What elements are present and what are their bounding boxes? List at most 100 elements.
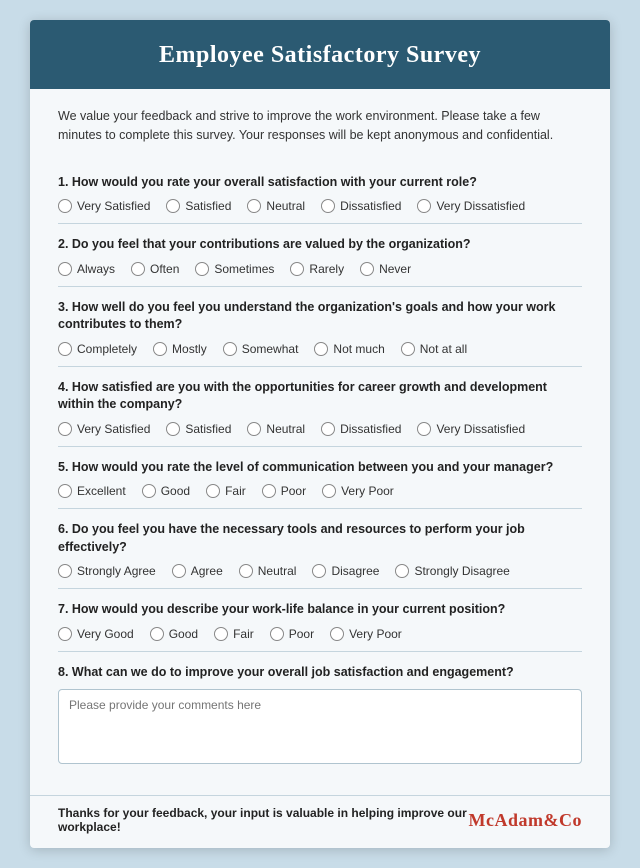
option-label-q4-3: Dissatisfied xyxy=(340,422,401,436)
option-label-q5-0: Excellent xyxy=(77,484,126,498)
option-item-q4-1[interactable]: Satisfied xyxy=(166,422,231,436)
option-item-q3-2[interactable]: Somewhat xyxy=(223,342,299,356)
radio-circle-q4-1 xyxy=(166,422,180,436)
question-block-q5: 5. How would you rate the level of commu… xyxy=(58,447,582,510)
option-label-q1-4: Very Dissatisfied xyxy=(436,199,525,213)
option-item-q4-3[interactable]: Dissatisfied xyxy=(321,422,401,436)
option-item-q3-4[interactable]: Not at all xyxy=(401,342,467,356)
option-label-q1-2: Neutral xyxy=(266,199,305,213)
question-text-q5: 5. How would you rate the level of commu… xyxy=(58,459,582,477)
survey-card: Employee Satisfactory Survey We value yo… xyxy=(30,20,610,848)
options-row-q3: Completely Mostly Somewhat Not much Not at a… xyxy=(58,342,582,356)
option-label-q1-0: Very Satisfied xyxy=(77,199,150,213)
question-block-q4: 4. How satisfied are you with the opport… xyxy=(58,367,582,447)
option-item-q6-0[interactable]: Strongly Agree xyxy=(58,564,156,578)
radio-circle-q1-3 xyxy=(321,199,335,213)
option-label-q3-3: Not much xyxy=(333,342,384,356)
option-item-q6-2[interactable]: Neutral xyxy=(239,564,297,578)
radio-circle-q2-0 xyxy=(58,262,72,276)
footer-thanks-text: Thanks for your feedback, your input is … xyxy=(58,806,469,834)
option-item-q5-2[interactable]: Fair xyxy=(206,484,246,498)
option-item-q1-4[interactable]: Very Dissatisfied xyxy=(417,199,525,213)
radio-circle-q7-2 xyxy=(214,627,228,641)
option-item-q4-2[interactable]: Neutral xyxy=(247,422,305,436)
option-item-q3-1[interactable]: Mostly xyxy=(153,342,207,356)
option-item-q6-3[interactable]: Disagree xyxy=(312,564,379,578)
option-label-q2-3: Rarely xyxy=(309,262,344,276)
survey-title: Employee Satisfactory Survey xyxy=(60,42,580,69)
option-item-q5-3[interactable]: Poor xyxy=(262,484,306,498)
option-label-q6-0: Strongly Agree xyxy=(77,564,156,578)
radio-circle-q6-1 xyxy=(172,564,186,578)
option-item-q4-4[interactable]: Very Dissatisfied xyxy=(417,422,525,436)
option-label-q2-0: Always xyxy=(77,262,115,276)
option-label-q6-1: Agree xyxy=(191,564,223,578)
option-label-q4-2: Neutral xyxy=(266,422,305,436)
option-label-q2-4: Never xyxy=(379,262,411,276)
option-label-q2-1: Often xyxy=(150,262,179,276)
comments-textarea[interactable] xyxy=(58,689,582,764)
option-item-q6-4[interactable]: Strongly Disagree xyxy=(395,564,509,578)
radio-circle-q1-4 xyxy=(417,199,431,213)
question-block-q3: 3. How well do you feel you understand t… xyxy=(58,287,582,367)
option-item-q2-1[interactable]: Often xyxy=(131,262,179,276)
option-item-q2-2[interactable]: Sometimes xyxy=(195,262,274,276)
option-item-q1-0[interactable]: Very Satisfied xyxy=(58,199,150,213)
option-item-q5-0[interactable]: Excellent xyxy=(58,484,126,498)
radio-circle-q7-1 xyxy=(150,627,164,641)
option-label-q6-4: Strongly Disagree xyxy=(414,564,509,578)
question-text-q4: 4. How satisfied are you with the opport… xyxy=(58,379,582,414)
option-label-q4-0: Very Satisfied xyxy=(77,422,150,436)
option-item-q7-2[interactable]: Fair xyxy=(214,627,254,641)
option-item-q1-3[interactable]: Dissatisfied xyxy=(321,199,401,213)
radio-circle-q5-1 xyxy=(142,484,156,498)
radio-circle-q3-2 xyxy=(223,342,237,356)
questions-container: 1. How would you rate your overall satis… xyxy=(58,162,582,780)
radio-circle-q6-3 xyxy=(312,564,326,578)
option-item-q3-0[interactable]: Completely xyxy=(58,342,137,356)
radio-circle-q4-4 xyxy=(417,422,431,436)
question-text-q8: 8. What can we do to improve your overal… xyxy=(58,664,582,682)
radio-circle-q2-3 xyxy=(290,262,304,276)
options-row-q7: Very Good Good Fair Poor Very Poor xyxy=(58,627,582,641)
option-item-q2-4[interactable]: Never xyxy=(360,262,411,276)
option-label-q3-1: Mostly xyxy=(172,342,207,356)
option-label-q1-1: Satisfied xyxy=(185,199,231,213)
option-item-q1-1[interactable]: Satisfied xyxy=(166,199,231,213)
option-item-q1-2[interactable]: Neutral xyxy=(247,199,305,213)
radio-circle-q7-0 xyxy=(58,627,72,641)
question-block-q7: 7. How would you describe your work-life… xyxy=(58,589,582,652)
options-row-q1: Very Satisfied Satisfied Neutral Dissatisfi… xyxy=(58,199,582,213)
radio-circle-q4-3 xyxy=(321,422,335,436)
radio-circle-q1-1 xyxy=(166,199,180,213)
option-label-q5-4: Very Poor xyxy=(341,484,394,498)
option-label-q7-3: Poor xyxy=(289,627,314,641)
option-label-q6-2: Neutral xyxy=(258,564,297,578)
options-row-q5: Excellent Good Fair Poor Very Poor xyxy=(58,484,582,498)
question-block-q8: 8. What can we do to improve your overal… xyxy=(58,652,582,780)
option-label-q4-1: Satisfied xyxy=(185,422,231,436)
option-item-q3-3[interactable]: Not much xyxy=(314,342,384,356)
option-label-q5-2: Fair xyxy=(225,484,246,498)
intro-text: We value your feedback and strive to imp… xyxy=(58,107,582,146)
option-item-q5-4[interactable]: Very Poor xyxy=(322,484,394,498)
radio-circle-q5-4 xyxy=(322,484,336,498)
option-label-q4-4: Very Dissatisfied xyxy=(436,422,525,436)
question-block-q1: 1. How would you rate your overall satis… xyxy=(58,162,582,225)
radio-circle-q5-2 xyxy=(206,484,220,498)
option-item-q2-3[interactable]: Rarely xyxy=(290,262,344,276)
option-item-q4-0[interactable]: Very Satisfied xyxy=(58,422,150,436)
option-item-q6-1[interactable]: Agree xyxy=(172,564,223,578)
question-text-q7: 7. How would you describe your work-life… xyxy=(58,601,582,619)
option-item-q2-0[interactable]: Always xyxy=(58,262,115,276)
option-item-q7-3[interactable]: Poor xyxy=(270,627,314,641)
question-block-q2: 2. Do you feel that your contributions a… xyxy=(58,224,582,287)
option-item-q5-1[interactable]: Good xyxy=(142,484,190,498)
option-label-q3-0: Completely xyxy=(77,342,137,356)
option-item-q7-0[interactable]: Very Good xyxy=(58,627,134,641)
option-item-q7-4[interactable]: Very Poor xyxy=(330,627,402,641)
brand-name: McAdam xyxy=(469,810,544,830)
option-label-q5-3: Poor xyxy=(281,484,306,498)
question-block-q6: 6. Do you feel you have the necessary to… xyxy=(58,509,582,589)
option-item-q7-1[interactable]: Good xyxy=(150,627,198,641)
